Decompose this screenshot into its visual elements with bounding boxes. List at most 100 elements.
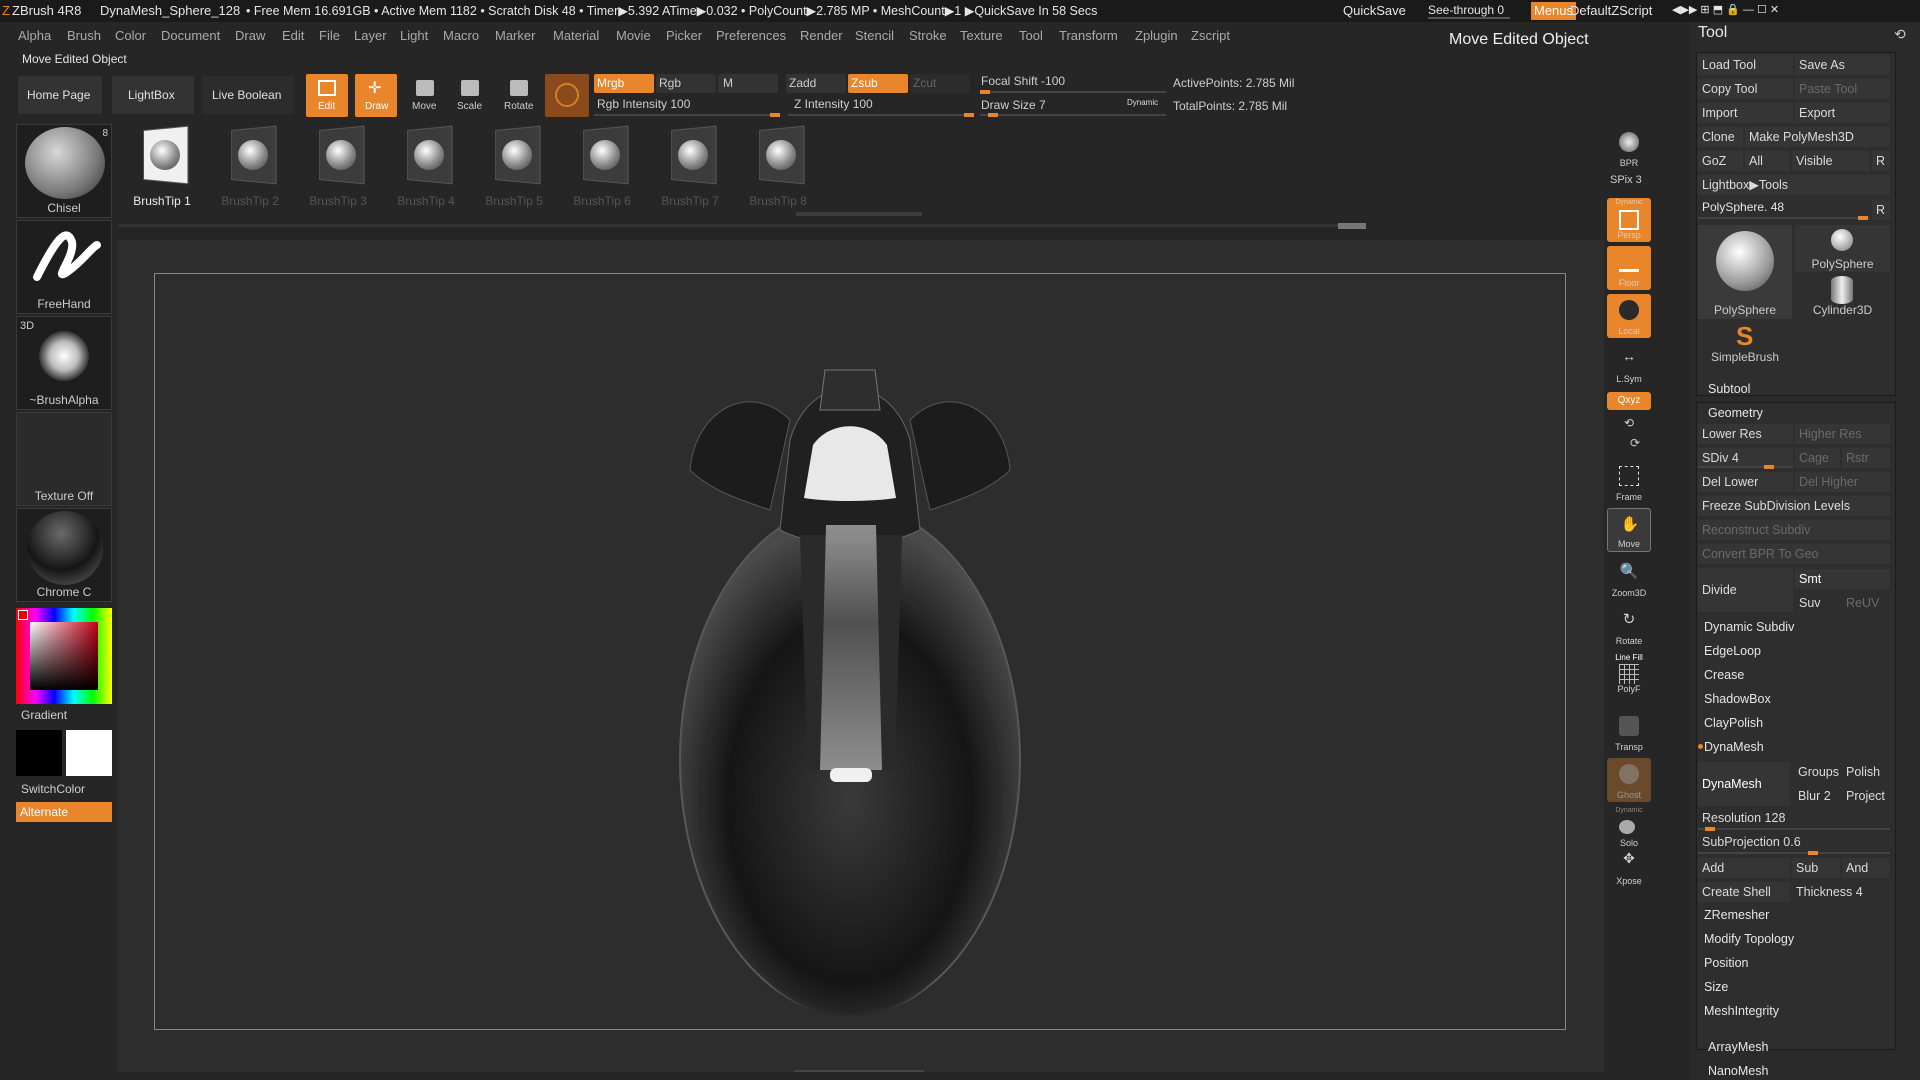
brushtip-6[interactable]: BrushTip 6 — [558, 124, 646, 232]
texture-selector[interactable]: Texture Off — [16, 412, 112, 506]
rgb-intensity-slider[interactable] — [594, 113, 780, 117]
mrgb-button[interactable]: Mrgb — [594, 74, 654, 93]
menu-light[interactable]: Light — [400, 28, 428, 43]
frame-button[interactable]: Frame — [1607, 460, 1651, 504]
higher-res-button[interactable]: Higher Res — [1795, 424, 1890, 444]
home-page-button[interactable]: Home Page — [18, 76, 102, 114]
dynamesh-add-button[interactable]: Add — [1698, 858, 1790, 878]
reuv-button[interactable]: ReUV — [1842, 593, 1890, 613]
export-button[interactable]: Export — [1795, 103, 1890, 123]
dynamesh-sub-button[interactable]: Sub — [1792, 858, 1840, 878]
move-mode-button[interactable]: Move — [404, 74, 446, 117]
rotate-view-button[interactable]: ↻ Rotate — [1607, 604, 1651, 648]
make-polymesh-button[interactable]: Make PolyMesh3D — [1745, 127, 1890, 147]
bpr-button[interactable]: BPR — [1607, 126, 1651, 170]
goz-all-button[interactable]: All — [1745, 151, 1790, 171]
menu-alpha[interactable]: Alpha — [18, 28, 51, 43]
color-picker[interactable] — [16, 608, 112, 704]
reconstruct-subdiv-button[interactable]: Reconstruct Subdiv — [1698, 520, 1890, 540]
menu-picker[interactable]: Picker — [666, 28, 702, 43]
menu-tool[interactable]: Tool — [1019, 28, 1043, 43]
window-controls-icons[interactable]: ◀▶▶ ⊞ ⬒ 🔒 — ☐ ✕ — [1672, 3, 1779, 16]
arraymesh-section[interactable]: ArrayMesh — [1708, 1040, 1768, 1054]
menu-movie[interactable]: Movie — [616, 28, 651, 43]
nanomesh-section[interactable]: NanoMesh — [1708, 1064, 1768, 1078]
tips-scroll-handle[interactable] — [796, 212, 922, 216]
menu-macro[interactable]: Macro — [443, 28, 479, 43]
local-button[interactable]: Local — [1607, 294, 1651, 338]
tool-thumb-simplebrush[interactable]: S SimpleBrush — [1698, 321, 1792, 366]
dynamic-subdiv-section[interactable]: Dynamic Subdiv — [1704, 620, 1794, 634]
rotate-y-icon[interactable]: ⟲ — [1624, 416, 1634, 430]
import-button[interactable]: Import — [1698, 103, 1793, 123]
zsub-button[interactable]: Zsub — [848, 74, 908, 93]
save-as-button[interactable]: Save As — [1795, 55, 1890, 75]
dynamesh-project-toggle[interactable]: Project — [1842, 786, 1890, 806]
rotate-mode-button[interactable]: Rotate — [498, 74, 540, 117]
sdiv-slider[interactable]: SDiv 4 — [1698, 448, 1793, 468]
alpha-selector[interactable]: 3D ~BrushAlpha — [16, 316, 112, 410]
brushtip-7[interactable]: BrushTip 7 — [646, 124, 734, 232]
thickness-slider[interactable]: Thickness 4 — [1792, 882, 1890, 902]
menu-zplugin[interactable]: Zplugin — [1135, 28, 1178, 43]
suv-toggle[interactable]: Suv — [1795, 593, 1840, 613]
dynamesh-button[interactable]: DynaMesh — [1698, 762, 1790, 806]
menu-material[interactable]: Material — [553, 28, 599, 43]
tips-scrollbar[interactable] — [118, 224, 1366, 227]
position-section[interactable]: Position — [1704, 956, 1748, 970]
material-selector[interactable]: Chrome C — [16, 508, 112, 602]
live-boolean-button[interactable]: Live Boolean — [202, 76, 294, 114]
shadowbox-section[interactable]: ShadowBox — [1704, 692, 1771, 706]
claypolish-section[interactable]: ClayPolish — [1704, 716, 1763, 730]
freeze-subdiv-button[interactable]: Freeze SubDivision Levels — [1698, 496, 1890, 516]
load-tool-button[interactable]: Load Tool — [1698, 55, 1793, 75]
material-sphere-button[interactable] — [545, 74, 589, 117]
brushtip-2[interactable]: BrushTip 2 — [206, 124, 294, 232]
transp-button[interactable]: Transp — [1607, 710, 1651, 754]
persp-button[interactable]: Dynamic Persp — [1607, 198, 1651, 242]
edit-mode-button[interactable]: Edit — [306, 74, 348, 117]
goz-visible-button[interactable]: Visible — [1792, 151, 1870, 171]
menu-brush[interactable]: Brush — [67, 28, 101, 43]
m-button[interactable]: M — [718, 74, 778, 93]
rstr-button[interactable]: Rstr — [1842, 448, 1890, 468]
rgb-button[interactable]: Rgb — [656, 74, 716, 93]
brushtip-3[interactable]: BrushTip 3 — [294, 124, 382, 232]
menu-edit[interactable]: Edit — [282, 28, 304, 43]
dynamesh-and-button[interactable]: And — [1842, 858, 1890, 878]
dynamesh-blur-slider[interactable]: Blur 2 — [1794, 786, 1842, 806]
sdiv-track[interactable] — [1698, 465, 1793, 469]
default-zscript-button[interactable]: DefaultZScript — [1570, 3, 1652, 18]
tips-scrollbar-thumb[interactable] — [1338, 223, 1366, 229]
ghost-button[interactable]: Ghost — [1607, 758, 1651, 802]
menu-marker[interactable]: Marker — [495, 28, 535, 43]
xpose-button[interactable]: ✥ Xpose — [1607, 844, 1651, 888]
subtool-section[interactable]: Subtool — [1708, 382, 1750, 396]
tool-thumb-polysphere-main[interactable]: PolySphere — [1698, 225, 1792, 319]
size-section[interactable]: Size — [1704, 980, 1728, 994]
xyz-button[interactable]: Qxyz — [1607, 392, 1651, 410]
modify-topology-section[interactable]: Modify Topology — [1704, 932, 1794, 946]
menu-stroke[interactable]: Stroke — [909, 28, 947, 43]
stroke-selector[interactable]: FreeHand — [16, 220, 112, 314]
lightbox-tools-button[interactable]: Lightbox▶Tools — [1698, 175, 1890, 195]
crease-section[interactable]: Crease — [1704, 668, 1744, 682]
resolution-slider[interactable]: Resolution 128 — [1698, 808, 1890, 828]
spix-label[interactable]: SPix 3 — [1610, 174, 1642, 186]
del-higher-button[interactable]: Del Higher — [1795, 472, 1890, 492]
canvas-bottom-handle[interactable] — [794, 1070, 924, 1078]
convert-bpr-button[interactable]: Convert BPR To Geo — [1698, 544, 1890, 564]
zoom3d-button[interactable]: 🔍 Zoom3D — [1607, 556, 1651, 600]
lsym-button[interactable]: ↔ L.Sym — [1607, 342, 1651, 386]
menu-texture[interactable]: Texture — [960, 28, 1003, 43]
quicksave-button[interactable]: QuickSave — [1343, 3, 1406, 18]
focal-shift-slider[interactable] — [980, 90, 1166, 94]
dynamic-label[interactable]: Dynamic — [1127, 98, 1158, 107]
lightbox-button[interactable]: LightBox — [112, 76, 194, 114]
brushtip-4[interactable]: BrushTip 4 — [382, 124, 470, 232]
brushtip-5[interactable]: BrushTip 5 — [470, 124, 558, 232]
menu-draw[interactable]: Draw — [235, 28, 265, 43]
secondary-color-swatch[interactable] — [66, 730, 112, 776]
create-shell-button[interactable]: Create Shell — [1698, 882, 1790, 902]
polyf-button[interactable]: Line Fill PolyF — [1607, 652, 1651, 696]
